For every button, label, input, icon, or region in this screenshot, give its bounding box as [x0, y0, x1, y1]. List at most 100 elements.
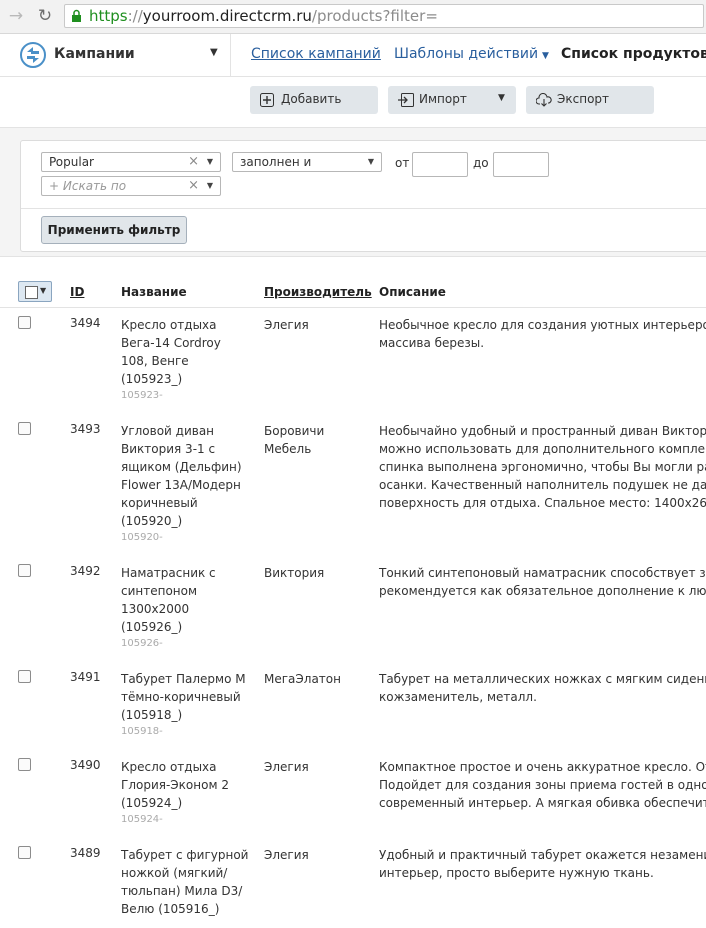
row-name: Табурет Палермо М тёмно-коричневый (1059…	[121, 670, 256, 739]
table-row: 3494 Кресло отдыха Вега-14 Cordroy 108, …	[0, 308, 706, 414]
chevron-down-icon: ▼	[542, 51, 549, 61]
select-all-dropdown[interactable]: ▼	[18, 281, 52, 302]
url-path: /products?filter=	[311, 7, 438, 25]
chevron-down-icon[interactable]: ▼	[368, 157, 374, 166]
row-description-line: Подойдет для создания зоны приема гостей…	[379, 778, 706, 792]
url-separator: ://	[127, 7, 143, 25]
row-name: Угловой диван Виктория 3-1 с ящиком (Дел…	[121, 422, 256, 545]
row-maker-line: Элегия	[264, 760, 309, 774]
row-name-line: 1300x2000	[121, 602, 190, 616]
row-maker: Элегия	[264, 846, 369, 864]
import-icon	[398, 93, 414, 107]
row-description-line: интерьер, просто выберите нужную ткань.	[379, 866, 654, 880]
apply-filter-button[interactable]: Применить фильтр	[41, 216, 187, 244]
filter-panel: Popular × ▼ + Искать по × ▼ заполнен и ▼…	[20, 140, 706, 252]
row-sku: 105920-	[121, 532, 163, 543]
table-row: 3492 Наматрасник с синтепоном 1300x2000 …	[0, 556, 706, 662]
section-menu[interactable]: Кампании	[54, 46, 135, 62]
filter-field-value: Popular	[49, 155, 94, 169]
chevron-down-icon[interactable]: ▼	[207, 157, 213, 166]
row-name-line: тёмно-коричневый	[121, 690, 241, 704]
chevron-down-icon[interactable]: ▼	[207, 181, 213, 190]
row-maker: МегаЭлатон	[264, 670, 369, 688]
row-description-line: Удобный и практичный табурет окажется не…	[379, 848, 706, 862]
clear-icon[interactable]: ×	[188, 154, 199, 169]
row-checkbox[interactable]	[18, 316, 31, 329]
row-name-line: Велю (105916_)	[121, 902, 220, 916]
row-description-line: современный интерьер. А мягкая обивка об…	[379, 796, 706, 810]
row-id: 3492	[70, 564, 101, 578]
column-header-id[interactable]: ID	[70, 285, 84, 299]
row-checkbox[interactable]	[18, 422, 31, 435]
nav-product-list[interactable]: Список продуктов▼	[561, 46, 706, 62]
row-name-line: Кресло отдыха	[121, 760, 217, 774]
filter-condition-value: заполнен и	[240, 155, 312, 169]
row-checkbox[interactable]	[18, 564, 31, 577]
nav-action-templates[interactable]: Шаблоны действий ▼	[394, 46, 549, 62]
table-body: 3494 Кресло отдыха Вега-14 Cordroy 108, …	[0, 308, 706, 928]
export-button[interactable]: Экспорт	[526, 86, 654, 114]
filter-search-select[interactable]: + Искать по × ▼	[41, 176, 221, 196]
row-name-line: (105926_)	[121, 620, 183, 634]
forward-icon[interactable]: →	[6, 6, 26, 26]
row-name-line: (105918_)	[121, 708, 183, 722]
row-checkbox[interactable]	[18, 846, 31, 859]
row-name-line: Табурет с фигурной	[121, 848, 249, 862]
row-description: Компактное простое и очень аккуратное кр…	[379, 758, 706, 812]
add-button[interactable]: Добавить	[250, 86, 378, 114]
from-input[interactable]	[412, 152, 468, 177]
row-sku: 105926-	[121, 638, 163, 649]
lock-icon	[72, 9, 81, 22]
nav-divider	[230, 34, 231, 76]
row-description-line: Тонкий синтепоновый наматрасник способст…	[379, 566, 706, 580]
add-button-label: Добавить	[281, 92, 342, 106]
row-name-line: 108, Венге	[121, 354, 189, 368]
column-header-name: Название	[121, 285, 187, 299]
filter-area: Popular × ▼ + Искать по × ▼ заполнен и ▼…	[0, 127, 706, 257]
row-description: Удобный и практичный табурет окажется не…	[379, 846, 706, 882]
row-name: Кресло отдыха Вега-14 Cordroy 108, Венге…	[121, 316, 256, 403]
row-description-line: кожзаменитель, металл.	[379, 690, 537, 704]
row-name-line: Угловой диван	[121, 424, 215, 438]
row-description-line: Необычное кресло для создания уютных инт…	[379, 318, 706, 332]
url-scheme: https	[89, 7, 128, 25]
row-name-line: Табурет Палермо М	[121, 672, 246, 686]
clear-icon[interactable]: ×	[188, 178, 199, 193]
row-sku: 105923-	[121, 390, 163, 401]
column-header-maker[interactable]: Производитель	[264, 285, 372, 299]
chevron-down-icon[interactable]: ▼	[210, 47, 218, 58]
row-id: 3494	[70, 316, 101, 330]
chevron-down-icon[interactable]: ▼	[40, 286, 46, 295]
row-name-line: (105923_)	[121, 372, 183, 386]
row-description: Необычайно удобный и пространный диван В…	[379, 422, 706, 512]
cloud-download-icon	[536, 93, 552, 107]
row-maker: Элегия	[264, 758, 369, 776]
import-button[interactable]: Импорт ▼	[388, 86, 516, 114]
plus-square-icon	[260, 93, 274, 107]
row-description-line: рекомендуется как обязательное дополнени…	[379, 584, 706, 598]
from-label: от	[395, 156, 410, 170]
table-row: 3493 Угловой диван Виктория 3-1 с ящиком…	[0, 414, 706, 556]
to-label: до	[473, 156, 489, 170]
row-id: 3490	[70, 758, 101, 772]
row-maker: Виктория	[264, 564, 369, 582]
filter-divider	[21, 208, 706, 209]
row-name-line: Flower 13A/Модерн	[121, 478, 241, 492]
filter-field-select[interactable]: Popular × ▼	[41, 152, 221, 172]
nav-campaign-list[interactable]: Список кампаний	[251, 46, 381, 62]
row-maker-line: Мебель	[264, 442, 312, 456]
row-name-line: коричневый	[121, 496, 198, 510]
to-input[interactable]	[493, 152, 549, 177]
row-description: Тонкий синтепоновый наматрасник способст…	[379, 564, 706, 600]
reload-icon[interactable]: ↻	[35, 6, 55, 26]
row-checkbox[interactable]	[18, 670, 31, 683]
row-checkbox[interactable]	[18, 758, 31, 771]
chevron-down-icon[interactable]: ▼	[498, 93, 505, 103]
select-all-checkbox[interactable]	[25, 286, 38, 299]
filter-condition-select[interactable]: заполнен и ▼	[232, 152, 382, 172]
table-row: 3489 Табурет с фигурной ножкой (мягкий/ …	[0, 838, 706, 928]
row-maker-line: Виктория	[264, 566, 325, 580]
address-bar[interactable]: https://yourroom.directcrm.ru/products?f…	[64, 4, 704, 28]
table-row: 3490 Кресло отдыха Глория-Эконом 2 (1059…	[0, 750, 706, 838]
row-description-line: Табурет на металлических ножках с мягким…	[379, 672, 706, 686]
